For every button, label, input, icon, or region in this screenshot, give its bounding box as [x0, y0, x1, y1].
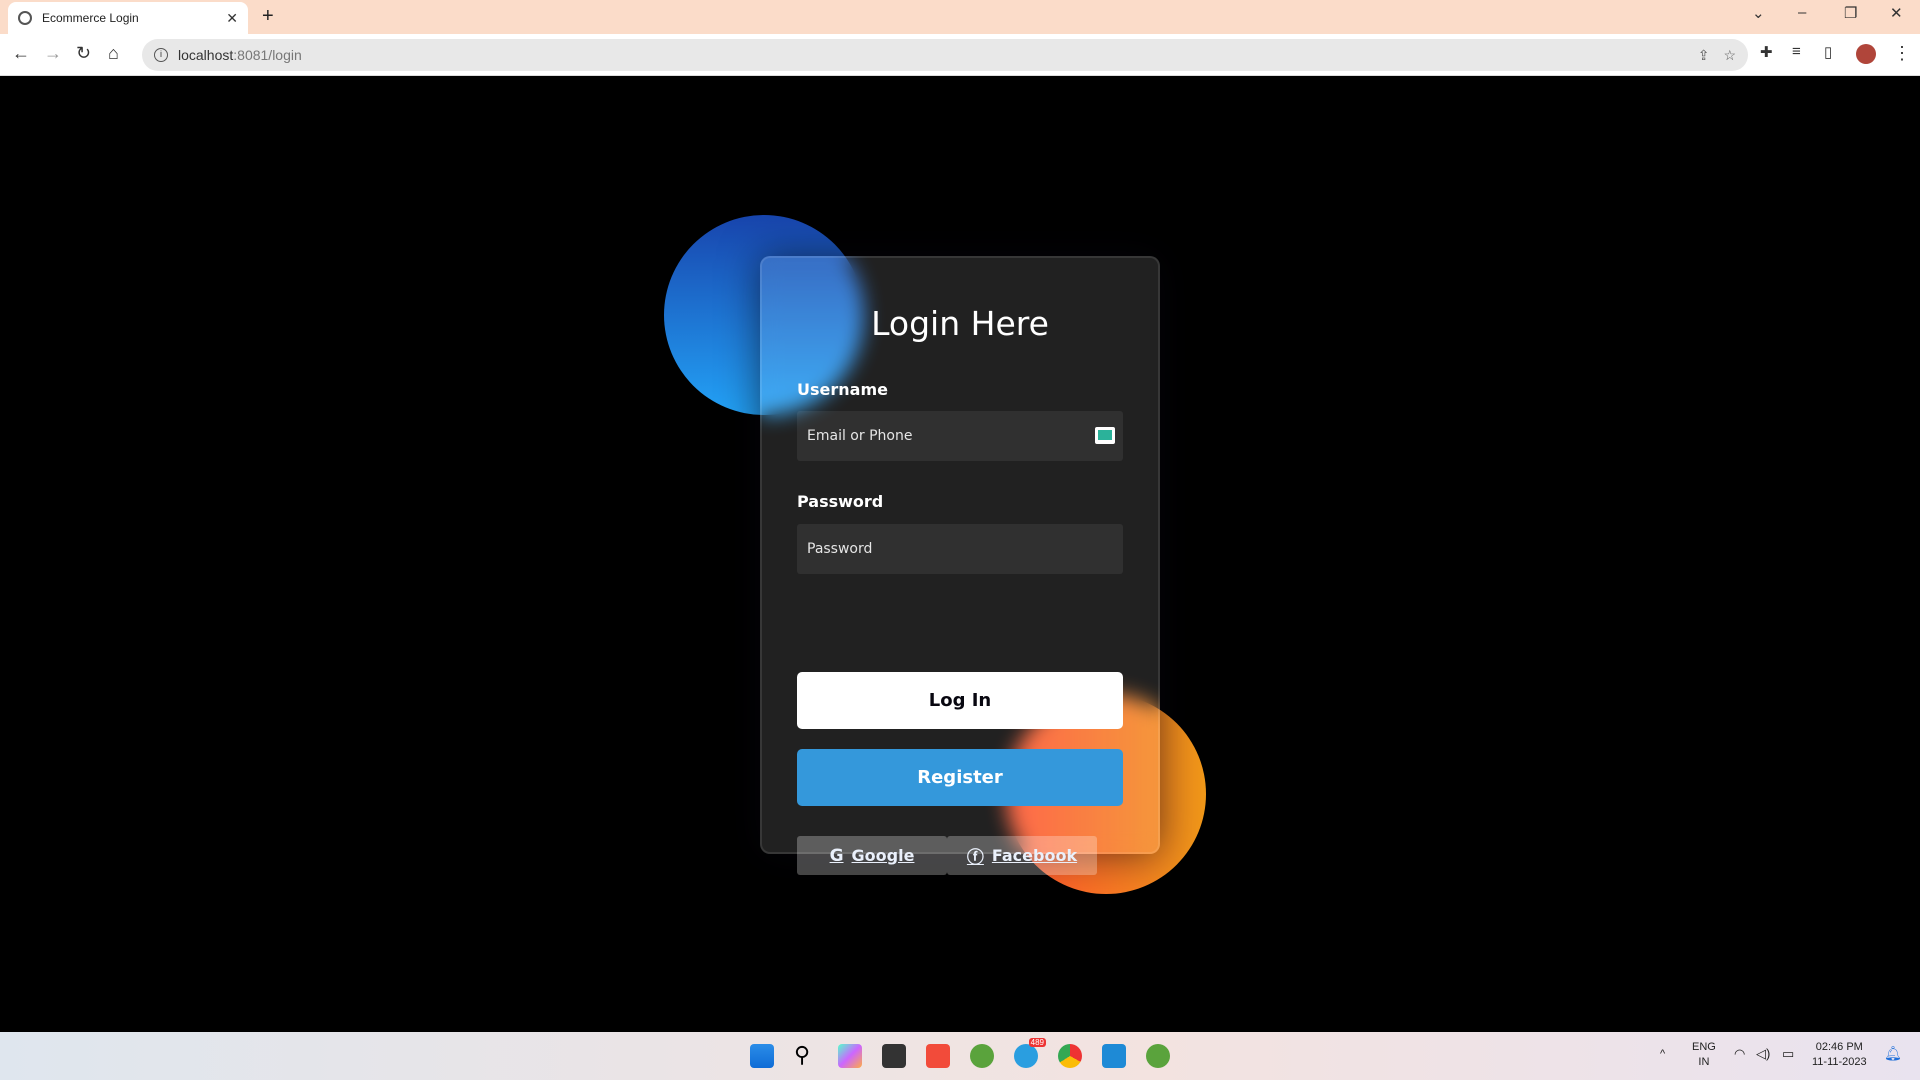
- facebook-icon: ⓕ: [966, 848, 984, 868]
- extensions-icon[interactable]: ✚: [1760, 43, 1773, 61]
- language-indicator[interactable]: ENG IN: [1692, 1040, 1716, 1070]
- back-icon[interactable]: ←: [12, 43, 30, 64]
- home-icon[interactable]: ⌂: [108, 43, 119, 64]
- close-window-button[interactable]: ✕: [1890, 4, 1903, 22]
- vscode-icon[interactable]: [1102, 1044, 1126, 1068]
- spring-icon-2[interactable]: [1146, 1044, 1170, 1068]
- volume-icon[interactable]: ◁): [1756, 1046, 1770, 1061]
- menu-icon[interactable]: ⋮: [1893, 43, 1911, 64]
- side-panel-icon[interactable]: ▯: [1824, 43, 1832, 61]
- tab-strip: Ecommerce Login ✕ + ⌄ – ❐ ✕: [0, 0, 1920, 34]
- telegram-badge: 489: [1028, 1038, 1046, 1047]
- login-button[interactable]: Log In: [797, 672, 1123, 729]
- password-input[interactable]: Password: [797, 524, 1123, 574]
- email-icon: [1095, 427, 1115, 444]
- facebook-login-button[interactable]: ⓕ Facebook: [947, 836, 1097, 875]
- copilot-icon[interactable]: [838, 1044, 862, 1068]
- wifi-icon[interactable]: ◠: [1734, 1046, 1745, 1061]
- register-button[interactable]: Register: [797, 749, 1123, 806]
- google-label: Google: [851, 846, 915, 865]
- minimize-button[interactable]: –: [1798, 4, 1806, 21]
- media-icon[interactable]: ≡: [1792, 43, 1801, 60]
- globe-icon: [18, 11, 32, 25]
- new-tab-button[interactable]: +: [262, 5, 274, 28]
- page-title: Login Here: [871, 304, 1049, 343]
- region: IN: [1698, 1056, 1710, 1068]
- notification-icon[interactable]: 🔔︎: [1884, 1046, 1902, 1061]
- lang: ENG: [1692, 1041, 1716, 1053]
- username-placeholder: Email or Phone: [807, 428, 913, 444]
- profile-avatar[interactable]: [1856, 44, 1876, 64]
- page-content: Login Here Username Email or Phone Passw…: [0, 76, 1920, 1032]
- address-bar[interactable]: i localhost:8081/login ⇪ ☆: [142, 39, 1748, 71]
- forward-icon[interactable]: →: [44, 43, 62, 64]
- date: 11-11-2023: [1812, 1056, 1867, 1068]
- taskbar: ⚲ 489 ^ ENG IN ◠ ◁) ▭ 02:46 PM 11-11-202…: [0, 1032, 1920, 1080]
- tab-search-icon[interactable]: ⌄: [1752, 4, 1765, 22]
- username-label: Username: [797, 380, 888, 399]
- start-icon[interactable]: [750, 1044, 774, 1068]
- share-icon[interactable]: ⇪: [1698, 47, 1710, 64]
- spring-icon[interactable]: [970, 1044, 994, 1068]
- battery-icon[interactable]: ▭: [1782, 1046, 1794, 1061]
- toolbar: ← → ↻ ⌂ i localhost:8081/login ⇪ ☆ ✚ ≡ ▯…: [0, 34, 1920, 76]
- url-host: localhost: [178, 47, 234, 63]
- username-input[interactable]: Email or Phone: [797, 411, 1123, 461]
- password-placeholder: Password: [807, 541, 873, 557]
- google-icon: G: [829, 845, 844, 866]
- chrome-icon[interactable]: [1058, 1044, 1082, 1068]
- tab-title: Ecommerce Login: [42, 11, 139, 25]
- login-form: Login Here Username Email or Phone Passw…: [760, 256, 1160, 875]
- facebook-label: Facebook: [991, 846, 1078, 865]
- telegram-icon[interactable]: 489: [1014, 1038, 1046, 1068]
- google-login-button[interactable]: G Google: [797, 836, 947, 875]
- close-tab-icon[interactable]: ✕: [226, 10, 238, 27]
- anydesk-icon[interactable]: [926, 1044, 950, 1068]
- url-path: :8081/login: [233, 47, 302, 63]
- password-label: Password: [797, 492, 884, 511]
- file-manager-icon[interactable]: [882, 1044, 906, 1068]
- info-icon[interactable]: i: [154, 48, 168, 62]
- star-icon[interactable]: ☆: [1723, 47, 1736, 64]
- time: 02:46 PM: [1815, 1041, 1863, 1053]
- browser-tab[interactable]: Ecommerce Login ✕: [8, 2, 248, 34]
- reload-icon[interactable]: ↻: [76, 43, 91, 64]
- show-hidden-icons[interactable]: ^: [1660, 1047, 1665, 1062]
- clock[interactable]: 02:46 PM 11-11-2023: [1812, 1040, 1867, 1070]
- search-icon[interactable]: ⚲: [794, 1044, 818, 1068]
- restore-button[interactable]: ❐: [1844, 4, 1857, 22]
